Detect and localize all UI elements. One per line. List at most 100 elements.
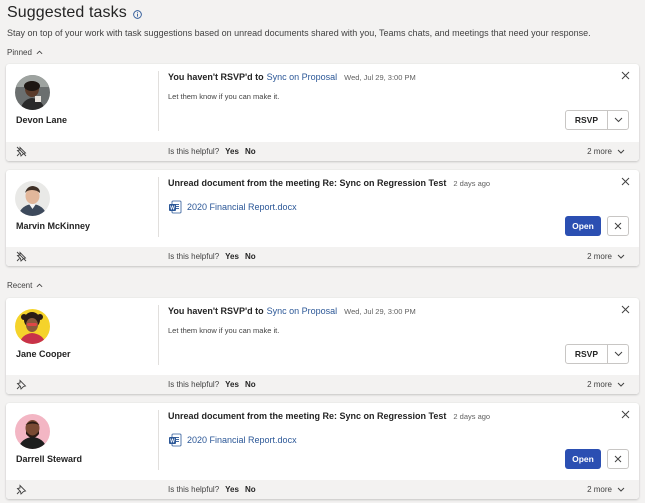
unpin-icon[interactable] [16, 146, 27, 157]
close-icon[interactable] [621, 177, 630, 186]
more-toggle[interactable]: 2 more [587, 380, 625, 389]
card-footer: Is this helpful? Yes No 2 more [6, 375, 639, 394]
card-footer: Is this helpful? Yes No 2 more [6, 142, 639, 161]
section-recent-toggle[interactable]: Recent [7, 281, 43, 290]
chevron-down-icon [617, 149, 625, 154]
more-toggle[interactable]: 2 more [587, 147, 625, 156]
close-icon [614, 222, 622, 230]
rsvp-split-button: RSVP [564, 344, 629, 364]
more-toggle[interactable]: 2 more [587, 485, 625, 494]
info-icon[interactable] [132, 9, 142, 19]
more-label: 2 more [587, 147, 612, 156]
yes-button[interactable]: Yes [225, 485, 239, 494]
divider [158, 71, 159, 131]
close-icon[interactable] [621, 305, 630, 314]
avatar [15, 414, 50, 449]
divider [158, 305, 159, 365]
yes-button[interactable]: Yes [225, 252, 239, 261]
yes-button[interactable]: Yes [225, 380, 239, 389]
task-title: You haven't RSVP'd to Sync on Proposal W… [168, 72, 416, 82]
avatar [15, 75, 50, 110]
section-pinned-toggle[interactable]: Pinned [7, 48, 43, 57]
document-link[interactable]: 2020 Financial Report.docx [187, 435, 297, 445]
chevron-down-icon [617, 382, 625, 387]
task-description: Let them know if you can make it. [168, 92, 280, 101]
task-meta: 2 days ago [453, 412, 491, 421]
divider [158, 410, 159, 470]
svg-text:W: W [170, 206, 175, 212]
chevron-down-icon [614, 351, 622, 357]
chevron-up-icon [36, 283, 43, 288]
word-doc-icon: W [169, 433, 182, 447]
rsvp-button[interactable]: RSVP [566, 345, 608, 363]
page-subtitle: Stay on top of your work with task sugge… [7, 28, 591, 38]
chevron-up-icon [36, 50, 43, 55]
close-icon [614, 455, 622, 463]
task-card: Darrell Steward Unread document from the… [6, 403, 639, 499]
task-card: Marvin McKinney Unread document from the… [6, 170, 639, 266]
open-button[interactable]: Open [565, 449, 601, 469]
meeting-link[interactable]: Sync on Proposal [267, 306, 338, 316]
person-name: Marvin McKinney [16, 221, 91, 231]
helpful-label: Is this helpful? [168, 485, 220, 494]
chevron-down-icon [614, 117, 622, 123]
person-name: Jane Cooper [16, 349, 71, 359]
close-icon[interactable] [621, 71, 630, 80]
chevron-down-icon [617, 487, 625, 492]
card-footer: Is this helpful? Yes No 2 more [6, 480, 639, 499]
task-lead: You haven't RSVP'd to [168, 306, 264, 316]
section-recent-label: Recent [7, 281, 33, 290]
more-label: 2 more [587, 485, 612, 494]
pin-icon[interactable] [16, 484, 27, 495]
helpful-label: Is this helpful? [168, 147, 220, 156]
task-meta: Wed, Jul 29, 3:00 PM [344, 307, 416, 316]
word-doc-icon: W [169, 200, 182, 214]
no-button[interactable]: No [245, 147, 256, 156]
task-lead: Unread document from the meeting Re: Syn… [168, 411, 447, 421]
task-title: Unread document from the meeting Re: Syn… [168, 411, 490, 421]
more-toggle[interactable]: 2 more [587, 252, 625, 261]
document-link-row[interactable]: W 2020 Financial Report.docx [168, 433, 297, 447]
feedback-group: Is this helpful? Yes No [168, 485, 256, 494]
no-button[interactable]: No [245, 485, 256, 494]
rsvp-button[interactable]: RSVP [566, 111, 608, 129]
helpful-label: Is this helpful? [168, 252, 220, 261]
rsvp-split-button: RSVP [564, 110, 629, 130]
rsvp-dropdown[interactable] [608, 345, 628, 363]
unpin-icon[interactable] [16, 251, 27, 262]
close-icon[interactable] [621, 410, 630, 419]
no-button[interactable]: No [245, 380, 256, 389]
person-name: Darrell Steward [16, 454, 83, 464]
helpful-label: Is this helpful? [168, 380, 220, 389]
document-link[interactable]: 2020 Financial Report.docx [187, 202, 297, 212]
document-link-row[interactable]: W 2020 Financial Report.docx [168, 200, 297, 214]
feedback-group: Is this helpful? Yes No [168, 147, 256, 156]
yes-button[interactable]: Yes [225, 147, 239, 156]
svg-text:W: W [170, 439, 175, 445]
meeting-link[interactable]: Sync on Proposal [267, 72, 338, 82]
person-name: Devon Lane [16, 115, 68, 125]
page-title: Suggested tasks [7, 4, 127, 21]
pin-icon[interactable] [16, 379, 27, 390]
no-button[interactable]: No [245, 252, 256, 261]
task-card: Devon Lane You haven't RSVP'd to Sync on… [6, 64, 639, 161]
avatar [15, 309, 50, 344]
page-header: Suggested tasks Stay on top of your work… [7, 4, 637, 38]
chevron-down-icon [617, 254, 625, 259]
task-lead: You haven't RSVP'd to [168, 72, 264, 82]
avatar [15, 181, 50, 216]
feedback-group: Is this helpful? Yes No [168, 252, 256, 261]
task-card: Jane Cooper You haven't RSVP'd to Sync o… [6, 298, 639, 394]
open-button[interactable]: Open [565, 216, 601, 236]
task-lead: Unread document from the meeting Re: Syn… [168, 178, 447, 188]
dismiss-button[interactable] [607, 449, 629, 469]
section-pinned-label: Pinned [7, 48, 32, 57]
task-description: Let them know if you can make it. [168, 326, 280, 335]
dismiss-button[interactable] [607, 216, 629, 236]
rsvp-dropdown[interactable] [608, 111, 628, 129]
task-meta: 2 days ago [453, 179, 491, 188]
feedback-group: Is this helpful? Yes No [168, 380, 256, 389]
task-title: You haven't RSVP'd to Sync on Proposal W… [168, 306, 416, 316]
more-label: 2 more [587, 380, 612, 389]
task-title: Unread document from the meeting Re: Syn… [168, 178, 490, 188]
